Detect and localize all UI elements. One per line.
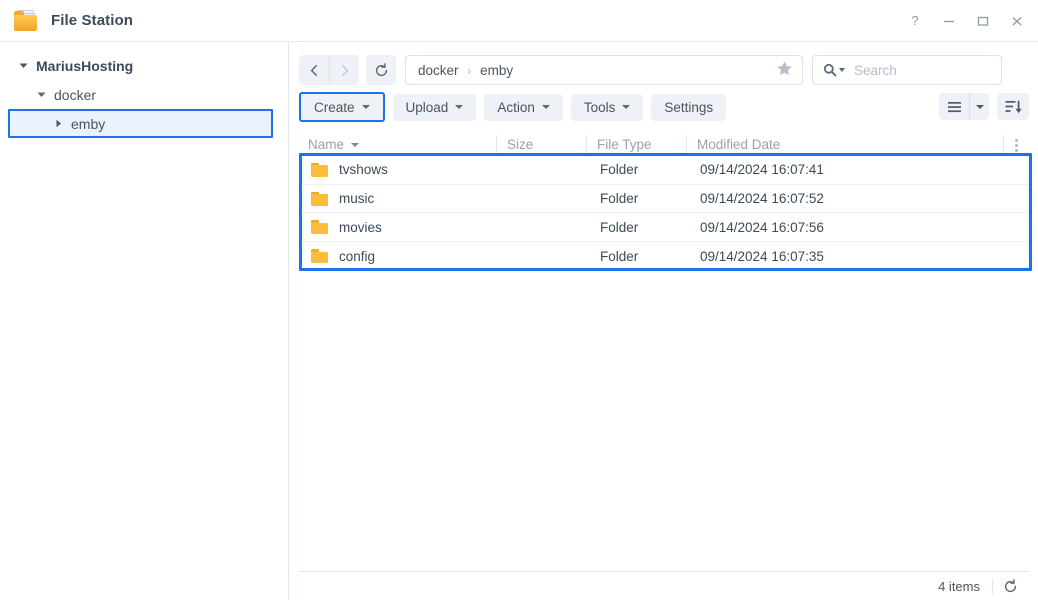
item-count-label: 4 items: [938, 578, 993, 594]
sidebar-item-emby[interactable]: emby: [8, 109, 273, 138]
action-button[interactable]: Action: [484, 93, 563, 121]
tools-button[interactable]: Tools: [570, 93, 644, 121]
action-button-label: Action: [497, 99, 535, 115]
refresh-button[interactable]: [366, 55, 396, 85]
file-name-label: movies: [339, 219, 382, 235]
search-input[interactable]: [854, 62, 1031, 78]
sort-indicator-icon: [351, 142, 360, 147]
chevron-down-icon[interactable]: [17, 61, 30, 70]
main-panel: docker › emby Create: [290, 42, 1038, 600]
status-bar: 4 items: [299, 571, 1029, 600]
help-button[interactable]: ?: [898, 4, 932, 38]
file-type-cell: Folder: [600, 248, 639, 264]
create-button-label: Create: [314, 99, 355, 115]
folder-icon: [13, 9, 39, 33]
settings-button[interactable]: Settings: [651, 93, 727, 121]
list-view-icon[interactable]: [939, 93, 969, 120]
breadcrumb-bar[interactable]: docker › emby: [405, 55, 803, 85]
folder-icon: [311, 220, 328, 235]
chevron-right-icon[interactable]: [52, 119, 65, 128]
maximize-button[interactable]: [966, 4, 1000, 38]
table-row[interactable]: config Folder 09/14/2024 16:07:35: [302, 242, 1029, 271]
minimize-button[interactable]: [932, 4, 966, 38]
file-name-label: config: [339, 248, 376, 264]
sidebar-item-label: emby: [71, 115, 106, 132]
view-controls: [939, 93, 1029, 120]
breadcrumb-item-docker[interactable]: docker: [418, 63, 459, 78]
upload-button[interactable]: Upload: [392, 93, 477, 121]
file-name-cell: music: [302, 191, 499, 206]
folder-icon: [311, 162, 328, 177]
column-header-label: Size: [507, 137, 534, 152]
file-modified-cell: 09/14/2024 16:07:35: [700, 248, 824, 264]
sidebar-item-label: MariusHosting: [36, 57, 134, 74]
nav-history-group: [299, 55, 359, 85]
chevron-down-icon[interactable]: [35, 90, 48, 99]
close-button[interactable]: [1000, 4, 1034, 38]
chevron-down-icon: [541, 105, 550, 109]
sidebar-item-mariushosting[interactable]: MariusHosting: [0, 51, 288, 80]
sort-descending-icon[interactable]: [997, 93, 1029, 120]
column-header-label: Name: [308, 137, 345, 152]
back-button[interactable]: [299, 55, 329, 85]
navigation-bar: docker › emby: [290, 55, 1038, 85]
breadcrumb: docker › emby: [418, 63, 776, 78]
file-name-cell: movies: [302, 220, 499, 235]
file-type-cell: Folder: [600, 191, 639, 207]
file-name-label: music: [339, 191, 375, 207]
action-toolbar: Create Upload Action Tools Settings: [290, 90, 1038, 124]
upload-button-label: Upload: [405, 99, 449, 115]
star-icon[interactable]: [776, 60, 793, 81]
file-list: tvshows Folder 09/14/2024 16:07:41 music…: [299, 153, 1032, 271]
file-modified-cell: 09/14/2024 16:07:41: [700, 162, 824, 178]
table-row[interactable]: movies Folder 09/14/2024 16:07:56: [302, 213, 1029, 243]
file-name-cell: config: [302, 249, 499, 264]
file-modified-cell: 09/14/2024 16:07:56: [700, 219, 824, 235]
table-row[interactable]: music Folder 09/14/2024 16:07:52: [302, 185, 1029, 214]
table-row[interactable]: tvshows Folder 09/14/2024 16:07:41: [302, 156, 1029, 185]
file-modified-cell: 09/14/2024 16:07:52: [700, 191, 824, 207]
file-name-label: tvshows: [339, 162, 388, 178]
forward-button[interactable]: [329, 55, 359, 85]
view-mode-chevron-down-icon[interactable]: [969, 93, 989, 120]
sidebar-item-docker[interactable]: docker: [0, 80, 288, 109]
app-title: File Station: [51, 12, 134, 29]
column-header-label: File Type: [597, 137, 652, 152]
settings-button-label: Settings: [664, 99, 714, 115]
column-header-label: Modified Date: [697, 137, 781, 152]
search-icon: [823, 63, 837, 77]
folder-icon: [311, 249, 328, 264]
svg-text:?: ?: [911, 14, 918, 28]
breadcrumb-separator: ›: [467, 63, 472, 78]
chevron-down-icon: [455, 105, 464, 109]
title-bar: File Station ?: [0, 0, 1038, 42]
file-name-cell: tvshows: [302, 162, 499, 177]
sidebar-tree: MariusHosting docker emby: [0, 42, 289, 600]
status-refresh-button[interactable]: [993, 578, 1027, 594]
search-scope-caret-icon[interactable]: [839, 68, 845, 72]
file-station-window: File Station ? MariusHosting docker emby…: [0, 0, 1038, 600]
tools-button-label: Tools: [583, 99, 616, 115]
create-button[interactable]: Create: [299, 92, 385, 122]
folder-icon: [311, 191, 328, 206]
file-type-cell: Folder: [600, 162, 639, 178]
file-type-cell: Folder: [600, 219, 639, 235]
chevron-down-icon: [622, 105, 631, 109]
view-mode-group: [939, 93, 989, 120]
breadcrumb-item-emby[interactable]: emby: [480, 63, 513, 78]
sidebar-item-label: docker: [54, 86, 97, 103]
window-controls: ?: [898, 0, 1034, 42]
search-box[interactable]: [812, 55, 1031, 85]
chevron-down-icon: [361, 105, 370, 109]
